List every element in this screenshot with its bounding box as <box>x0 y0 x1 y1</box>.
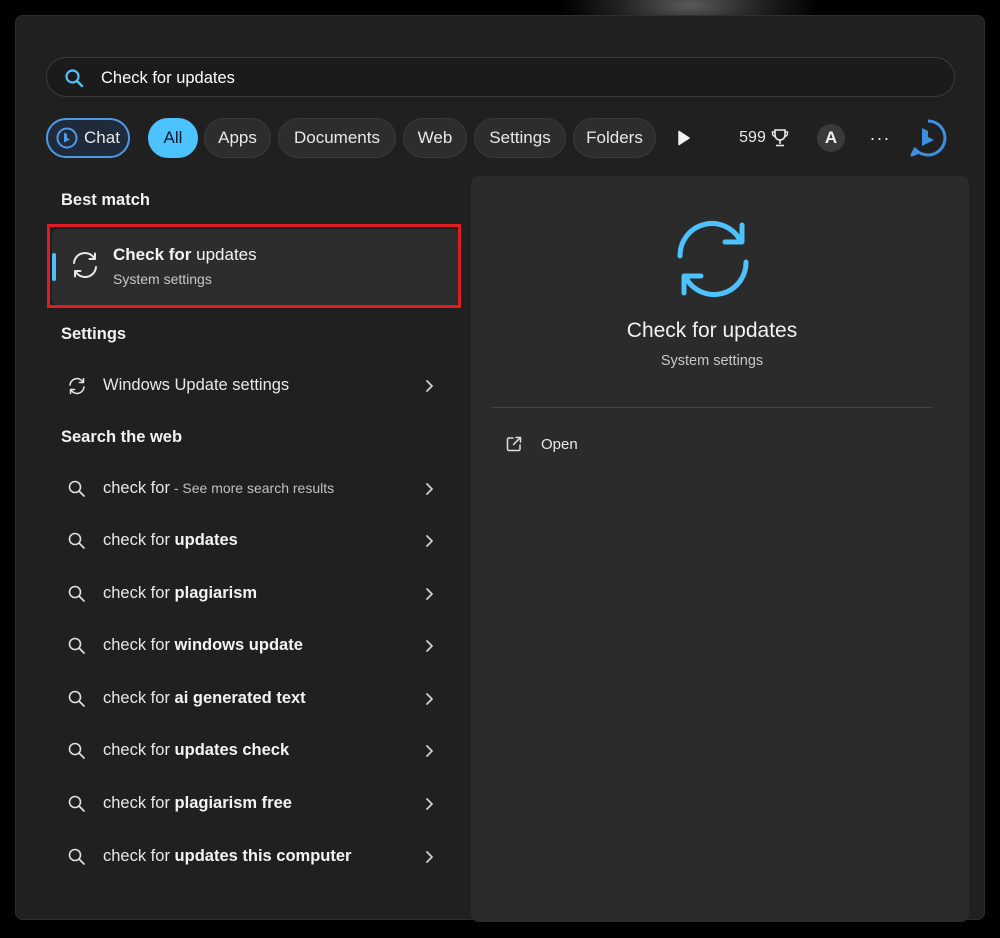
start-search-panel: Chat All Apps Documents Web Settings Fol… <box>15 15 985 922</box>
web-result-label: check for plagiarism free <box>103 794 292 813</box>
search-icon <box>65 69 84 88</box>
best-match-heading: Best match <box>61 191 150 209</box>
search-icon <box>68 585 85 602</box>
preview-pane: Check for updates System settings Open <box>471 176 969 922</box>
search-input[interactable] <box>101 64 921 92</box>
web-result-bold: plagiarism <box>174 584 258 602</box>
web-result-prefix: check for <box>103 741 175 759</box>
chip-folders[interactable]: Folders <box>573 118 656 158</box>
rewards-points-value: 599 <box>739 129 766 146</box>
play-arrow-icon <box>678 130 690 146</box>
chip-apps[interactable]: Apps <box>204 118 271 158</box>
web-result-label: check for - See more search results <box>103 479 334 498</box>
chip-folders-label: Folders <box>586 128 643 147</box>
preview-title: Check for updates <box>626 319 798 342</box>
open-action[interactable]: Open <box>491 434 691 458</box>
web-result-label: check for updates check <box>103 741 289 760</box>
chip-apps-label: Apps <box>218 128 257 147</box>
highlight-outline <box>47 224 461 308</box>
open-external-icon <box>506 436 522 452</box>
chip-web-label: Web <box>417 128 453 147</box>
web-result-bold: windows update <box>174 636 303 654</box>
account-button[interactable]: A <box>815 118 847 158</box>
web-result-suffix: - See more search results <box>169 480 335 496</box>
web-result-label: check for updates this computer <box>103 847 351 866</box>
web-result-label: check for windows update <box>103 636 303 655</box>
web-result-label: check for updates <box>103 531 238 550</box>
bing-icon <box>910 119 947 157</box>
chevron-right-icon <box>426 640 433 652</box>
search-icon <box>68 690 85 707</box>
trophy-icon <box>771 129 789 147</box>
chevron-right-icon <box>426 380 433 392</box>
web-result-bold: ai generated text <box>174 689 306 707</box>
divider <box>491 407 933 408</box>
chevron-right-icon <box>426 693 433 705</box>
web-result-item[interactable]: check for plagiarism free <box>52 782 459 826</box>
search-icon <box>68 480 85 497</box>
chevron-right-icon <box>426 745 433 757</box>
chevron-right-icon <box>426 851 433 863</box>
web-result-prefix: check for <box>103 794 175 812</box>
chevron-right-icon <box>426 588 433 600</box>
search-box[interactable] <box>46 57 955 97</box>
rewards-points[interactable]: 599 <box>732 118 796 158</box>
web-result-bold: plagiarism free <box>174 794 292 812</box>
open-label: Open <box>541 436 578 453</box>
chip-settings[interactable]: Settings <box>474 118 566 158</box>
web-result-item[interactable]: check for updates check <box>52 729 459 773</box>
web-result-item[interactable]: check for updates this computer <box>52 835 459 879</box>
chevron-right-icon <box>426 798 433 810</box>
filter-bar: Chat All Apps Documents Web Settings Fol… <box>46 118 955 158</box>
chevron-right-icon <box>426 535 433 547</box>
chip-chat-label: Chat <box>84 128 120 147</box>
avatar: A <box>817 124 845 152</box>
chevron-right-icon <box>426 483 433 495</box>
chip-all-label: All <box>163 128 183 147</box>
chip-web[interactable]: Web <box>403 118 467 158</box>
web-result-prefix: check for <box>103 531 175 549</box>
search-icon <box>68 848 85 865</box>
web-result-item[interactable]: check for updates <box>52 519 459 563</box>
web-result-item[interactable]: check for ai generated text <box>52 677 459 721</box>
search-icon <box>68 795 85 812</box>
more-filters-button[interactable] <box>668 118 700 158</box>
web-result-prefix: check for <box>103 636 175 654</box>
web-result-item[interactable]: check for windows update <box>52 624 459 668</box>
settings-item-label: Windows Update settings <box>103 376 290 394</box>
settings-heading: Settings <box>61 325 127 343</box>
chip-documents-label: Documents <box>294 128 380 147</box>
web-result-bold: updates <box>174 531 238 549</box>
web-result-label: check for plagiarism <box>103 584 257 603</box>
web-result-item[interactable]: check for - See more search results <box>52 467 459 511</box>
web-result-label: check for ai generated text <box>103 689 306 708</box>
more-options-icon: ··· <box>869 127 891 148</box>
settings-item-windows-update[interactable]: Windows Update settings <box>52 364 459 408</box>
web-result-prefix: check for <box>103 479 170 497</box>
search-icon <box>68 742 85 759</box>
chip-documents[interactable]: Documents <box>278 118 396 158</box>
web-result-bold: updates this computer <box>174 847 352 865</box>
web-result-prefix: check for <box>103 847 175 865</box>
search-icon <box>68 532 85 549</box>
more-options-button[interactable]: ··· <box>864 118 896 158</box>
chip-chat[interactable]: Chat <box>46 118 130 158</box>
bing-button[interactable] <box>906 118 950 158</box>
web-result-item[interactable]: check for plagiarism <box>52 572 459 616</box>
search-web-heading: Search the web <box>61 428 183 446</box>
chip-settings-label: Settings <box>489 128 551 147</box>
sync-icon <box>69 377 85 395</box>
web-result-bold: updates check <box>174 741 290 759</box>
preview-subtitle: System settings <box>660 353 764 369</box>
web-result-prefix: check for <box>103 584 175 602</box>
bing-chat-icon <box>56 127 78 149</box>
search-icon <box>68 637 85 654</box>
sync-icon <box>677 221 749 297</box>
chip-all[interactable]: All <box>148 118 198 158</box>
web-result-prefix: check for <box>103 689 175 707</box>
